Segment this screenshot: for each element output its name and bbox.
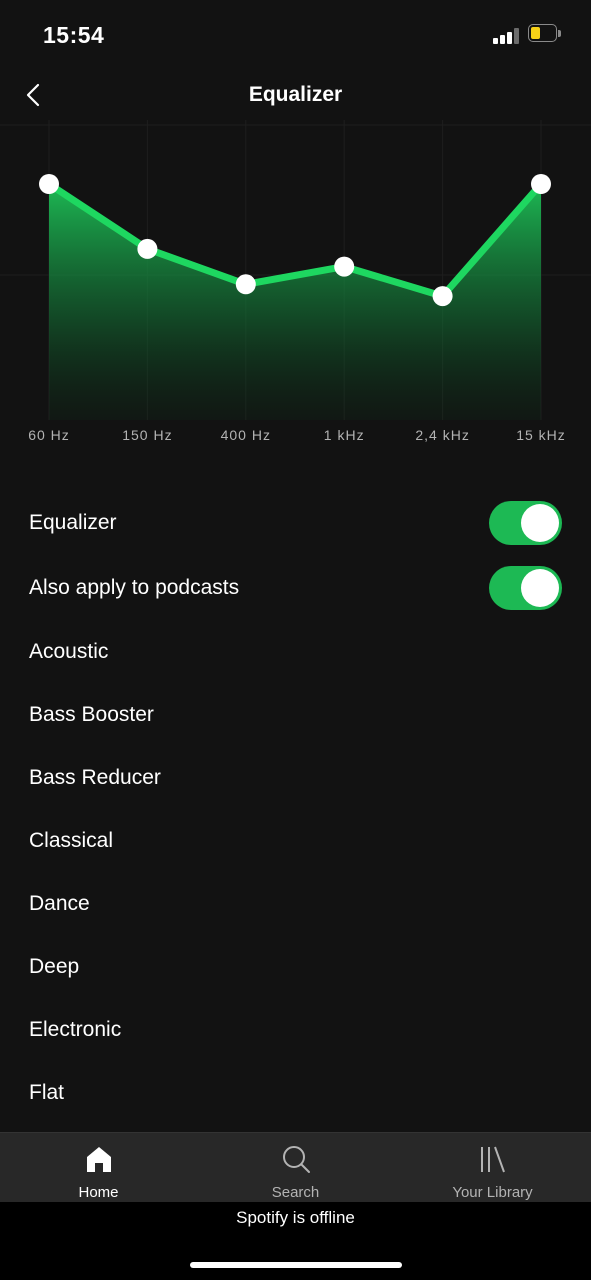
podcasts-toggle-row[interactable]: Also apply to podcasts: [0, 555, 591, 620]
preset-label: Bass Booster: [29, 702, 154, 726]
band-handle[interactable]: [39, 174, 59, 194]
preset-label: Electronic: [29, 1017, 122, 1041]
equalizer-graph[interactable]: 60 Hz 150 Hz 400 Hz 1 kHz 2,4 kHz 15 kHz: [0, 120, 591, 460]
preset-label: Dance: [29, 891, 90, 915]
home-icon: [87, 1147, 111, 1172]
band-handle[interactable]: [531, 174, 551, 194]
band-frequency-label: 2,4 kHz: [415, 427, 469, 443]
band-frequency-label: 150 Hz: [122, 427, 172, 443]
preset-label: Acoustic: [29, 639, 109, 663]
preset-flat[interactable]: Flat: [0, 1061, 591, 1124]
tab-label: Home: [78, 1184, 119, 1201]
tab-bar: Home Search Your Library: [0, 1132, 591, 1202]
preset-dance[interactable]: Dance: [0, 872, 591, 935]
equalizer-svg: 60 Hz 150 Hz 400 Hz 1 kHz 2,4 kHz 15 kHz: [0, 120, 591, 443]
band-frequency-label: 1 kHz: [324, 427, 365, 443]
page-title: Equalizer: [248, 83, 343, 106]
battery-icon: [528, 24, 562, 44]
status-bar: 15:54: [0, 0, 591, 70]
equalizer-toggle-label: Equalizer: [29, 510, 117, 534]
band-frequency-label: 400 Hz: [221, 427, 271, 443]
equalizer-area-fill: [49, 184, 541, 420]
preset-electronic[interactable]: Electronic: [0, 998, 591, 1061]
tab-home[interactable]: Home: [0, 1133, 197, 1203]
offline-banner: Spotify is offline: [0, 1202, 591, 1280]
podcasts-toggle-label: Also apply to podcasts: [29, 575, 240, 599]
tab-label: Your Library: [452, 1184, 533, 1201]
podcasts-toggle[interactable]: [489, 566, 562, 610]
settings-list: Equalizer Also apply to podcasts Acousti…: [0, 490, 591, 1124]
library-icon: [481, 1146, 505, 1173]
preset-bass-reducer[interactable]: Bass Reducer: [0, 746, 591, 809]
preset-label: Classical: [29, 828, 114, 852]
toggle-knob: [521, 569, 559, 607]
cellular-signal-icon: [493, 27, 519, 44]
toggle-knob: [521, 504, 559, 542]
home-indicator[interactable]: [190, 1262, 402, 1268]
band-frequency-label: 60 Hz: [28, 427, 70, 443]
preset-label: Flat: [29, 1080, 65, 1104]
band-handle[interactable]: [137, 238, 158, 259]
preset-deep[interactable]: Deep: [0, 935, 591, 998]
preset-label: Deep: [29, 954, 80, 978]
tab-label: Search: [271, 1184, 320, 1201]
status-time: 15:54: [43, 22, 105, 48]
band-handle[interactable]: [235, 274, 256, 295]
offline-message: Spotify is offline: [236, 1208, 355, 1227]
band-handle[interactable]: [432, 286, 453, 307]
band-handle[interactable]: [334, 256, 355, 277]
tab-your-library[interactable]: Your Library: [394, 1133, 591, 1203]
search-icon: [283, 1146, 310, 1173]
preset-label: Bass Reducer: [29, 765, 161, 789]
band-frequency-label: 15 kHz: [516, 427, 566, 443]
equalizer-toggle-row[interactable]: Equalizer: [0, 490, 591, 555]
navigation-header: Equalizer: [0, 70, 591, 120]
equalizer-toggle[interactable]: [489, 501, 562, 545]
preset-classical[interactable]: Classical: [0, 809, 591, 872]
preset-acoustic[interactable]: Acoustic: [0, 620, 591, 683]
preset-bass-booster[interactable]: Bass Booster: [0, 683, 591, 746]
tab-search[interactable]: Search: [197, 1133, 394, 1203]
